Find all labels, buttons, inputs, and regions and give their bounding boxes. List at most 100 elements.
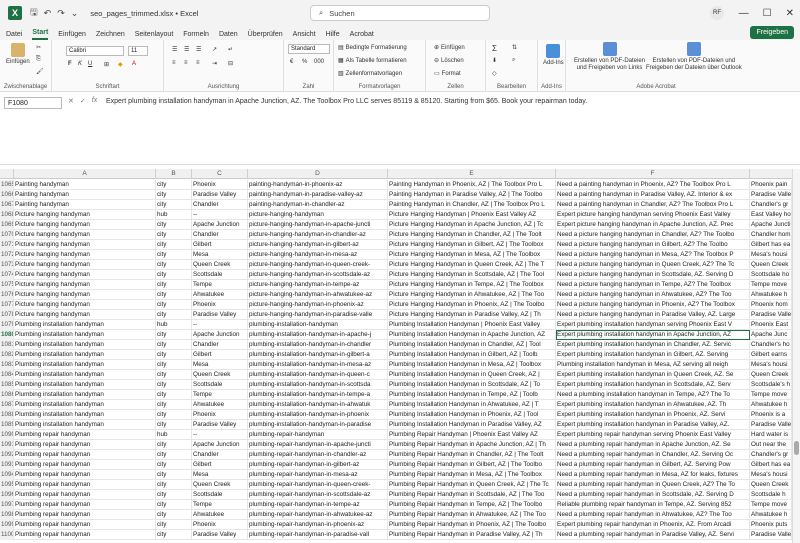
name-box[interactable]: F1080 — [4, 97, 62, 109]
cell[interactable]: picture-hanging-handyman-in-queen-creek- — [248, 260, 388, 270]
cell[interactable]: plumbing-installation-handyman-in-phoeni… — [248, 410, 388, 420]
cell[interactable]: Queen Creek — [750, 370, 792, 380]
cell[interactable]: plumbing-installation-handyman-in-tempe-… — [248, 390, 388, 400]
row-header[interactable]: 1092 — [0, 450, 14, 460]
cell[interactable]: Mesa's housi — [750, 360, 792, 370]
row-header[interactable]: 1090 — [0, 430, 14, 440]
formula-input[interactable]: Expert plumbing installation handyman in… — [106, 97, 794, 107]
cell[interactable]: Picture Hanging Handyman in Tempe, AZ | … — [388, 280, 556, 290]
cell[interactable]: Plumbing repair handyman — [14, 480, 156, 490]
customize-icon[interactable]: ⌄ — [71, 8, 79, 19]
cell[interactable]: Need a picture hanging handyman in Phoen… — [556, 300, 750, 310]
cell[interactable]: plumbing-installation-handyman-in-queen-… — [248, 370, 388, 380]
cell[interactable]: -- — [192, 320, 248, 330]
cell[interactable]: Gilbert has ea — [750, 240, 792, 250]
cell[interactable]: plumbing-repair-handyman-in-mesa-az — [248, 470, 388, 480]
cell[interactable]: Painting handyman — [14, 180, 156, 190]
cell[interactable]: Plumbing Installation Handyman in Phoeni… — [388, 410, 556, 420]
cell[interactable]: Picture Hanging Handyman in Gilbert, AZ … — [388, 240, 556, 250]
cell[interactable]: Plumbing Installation Handyman in Paradi… — [388, 420, 556, 430]
cell[interactable]: Gilbert — [192, 240, 248, 250]
row-header[interactable]: 1072 — [0, 250, 14, 260]
conditional-formatting-button[interactable]: ▤ Bedingte Formatierung — [338, 44, 407, 52]
cell[interactable]: Expert plumbing installation handyman se… — [556, 320, 750, 330]
tab-9[interactable]: Hilfe — [326, 31, 340, 40]
cell[interactable]: plumbing-repair-handyman — [248, 430, 388, 440]
row-header[interactable]: 1074 — [0, 270, 14, 280]
cell[interactable]: plumbing-installation-handyman-in-apache… — [248, 330, 388, 340]
row-header[interactable]: 1076 — [0, 290, 14, 300]
cell[interactable]: city — [156, 310, 192, 320]
cell[interactable]: Scottsdale — [192, 270, 248, 280]
cell[interactable]: picture-hanging-handyman-in-scottsdale-a… — [248, 270, 388, 280]
cell[interactable]: picture-hanging-handyman-in-mesa-az — [248, 250, 388, 260]
cell[interactable]: Apache Junction — [192, 220, 248, 230]
create-pdf-outlook-button[interactable]: Erstellen von PDF-Dateien und Freigeben … — [646, 42, 742, 72]
cell[interactable]: Scottsdale's h — [750, 380, 792, 390]
cell[interactable]: Paradise Valle — [750, 190, 792, 200]
cell[interactable]: Picture hanging handyman — [14, 280, 156, 290]
row-header[interactable]: 1099 — [0, 520, 14, 530]
row-header[interactable]: 1069 — [0, 220, 14, 230]
cell[interactable]: Mesa — [192, 470, 248, 480]
cell[interactable]: Mesa — [192, 360, 248, 370]
tab-7[interactable]: Überprüfen — [248, 31, 283, 40]
cell[interactable]: painting-handyman-in-phoenix-az — [248, 180, 388, 190]
row-header[interactable]: 1068 — [0, 210, 14, 220]
cell[interactable]: picture-hanging-handyman — [248, 210, 388, 220]
save-icon[interactable]: 🖫 — [30, 5, 38, 21]
cell[interactable]: city — [156, 300, 192, 310]
cell[interactable]: Chandler — [192, 200, 248, 210]
cell[interactable]: city — [156, 270, 192, 280]
row-header[interactable]: 1098 — [0, 510, 14, 520]
cell[interactable]: Picture Hanging Handyman in Mesa, AZ | T… — [388, 250, 556, 260]
cell[interactable]: city — [156, 230, 192, 240]
undo-icon[interactable]: ↶ — [44, 8, 52, 19]
cell[interactable]: Scottsdale — [192, 490, 248, 500]
cell[interactable]: Picture hanging handyman — [14, 240, 156, 250]
row-header[interactable]: 1094 — [0, 470, 14, 480]
cell[interactable]: plumbing-repair-handyman-in-gilbert-az — [248, 460, 388, 470]
cell[interactable]: city — [156, 460, 192, 470]
wrap-text-icon[interactable]: ↵ — [228, 46, 233, 53]
cell[interactable]: Need a plumbing repair handyman in Scott… — [556, 490, 750, 500]
cell[interactable]: Plumbing Repair Handyman in Tempe, AZ | … — [388, 500, 556, 510]
fill-icon[interactable]: ⬇ — [492, 57, 497, 64]
cell[interactable]: Paradise Valley — [192, 530, 248, 540]
cell[interactable]: Chandler's ho — [750, 340, 792, 350]
cell[interactable]: Need a plumbing repair handyman in Ahwat… — [556, 510, 750, 520]
insert-cells-button[interactable]: ⊕ Einfügen — [434, 44, 465, 52]
cell[interactable]: Gilbert — [192, 460, 248, 470]
cell[interactable]: Picture Hanging Handyman in Scottsdale, … — [388, 270, 556, 280]
orientation-icon[interactable]: ↗ — [212, 46, 217, 53]
cell[interactable]: city — [156, 420, 192, 430]
cell[interactable]: picture-hanging-handyman-in-chandler-az — [248, 230, 388, 240]
row-header[interactable]: 1093 — [0, 460, 14, 470]
cell[interactable]: Apache Junction — [192, 330, 248, 340]
cell[interactable]: city — [156, 370, 192, 380]
cell[interactable]: plumbing-repair-handyman-in-queen-creek- — [248, 480, 388, 490]
cell[interactable]: plumbing-repair-handyman-in-ahwatukee-az — [248, 510, 388, 520]
cell[interactable]: picture-hanging-handyman-in-phoenix-az — [248, 300, 388, 310]
row-header[interactable]: 1079 — [0, 320, 14, 330]
cell[interactable]: Need a picture hanging handyman in Tempe… — [556, 280, 750, 290]
cell[interactable]: Plumbing Installation Handyman in Apache… — [388, 330, 556, 340]
bold-button[interactable]: F — [68, 61, 72, 67]
align-bottom-icon[interactable]: ☰ — [196, 46, 201, 53]
cell[interactable]: Painting Handyman in Chandler, AZ | The … — [388, 200, 556, 210]
cell[interactable]: Chandler's gr — [750, 450, 792, 460]
cell[interactable]: plumbing-repair-handyman-in-apache-junct… — [248, 440, 388, 450]
cell[interactable]: Phoenix — [192, 300, 248, 310]
cell[interactable]: Expert plumbing installation handyman in… — [556, 340, 750, 350]
cell[interactable]: plumbing-installation-handyman-in-ahwatu… — [248, 400, 388, 410]
cell[interactable]: plumbing-installation-handyman-in-chandl… — [248, 340, 388, 350]
cell[interactable]: Chandler — [192, 450, 248, 460]
cell[interactable]: Plumbing installation handyman — [14, 340, 156, 350]
cell[interactable]: Picture hanging handyman — [14, 290, 156, 300]
row-header[interactable]: 1083 — [0, 360, 14, 370]
cell[interactable]: Need a painting handyman in Phoenix, AZ?… — [556, 180, 750, 190]
cell[interactable]: Ahwatukee h — [750, 400, 792, 410]
function-icon[interactable]: fx — [92, 97, 97, 105]
underline-button[interactable]: U — [88, 61, 92, 67]
cell[interactable]: plumbing-repair-handyman-in-paradise-val… — [248, 530, 388, 540]
